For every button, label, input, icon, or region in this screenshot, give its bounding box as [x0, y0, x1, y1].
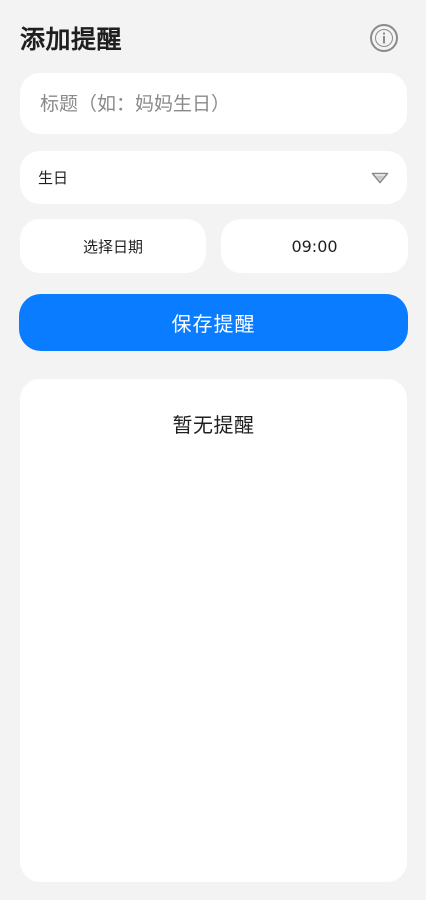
dropdown-triangle-icon: [371, 172, 389, 183]
info-icon: [375, 29, 393, 47]
type-select-value: 生日: [38, 169, 69, 187]
select-date-button[interactable]: 选择日期: [20, 219, 206, 273]
select-time-button[interactable]: 09:00: [221, 219, 408, 273]
type-select[interactable]: 生日: [20, 151, 407, 204]
info-button[interactable]: [370, 24, 398, 52]
page-title: 添加提醒: [20, 25, 123, 54]
title-input[interactable]: [38, 91, 389, 116]
title-field[interactable]: [20, 73, 407, 134]
header: 添加提醒: [20, 18, 406, 60]
empty-state-text: 暂无提醒: [172, 413, 255, 437]
save-reminder-button[interactable]: 保存提醒: [19, 294, 408, 351]
reminder-list: 暂无提醒: [20, 379, 407, 882]
